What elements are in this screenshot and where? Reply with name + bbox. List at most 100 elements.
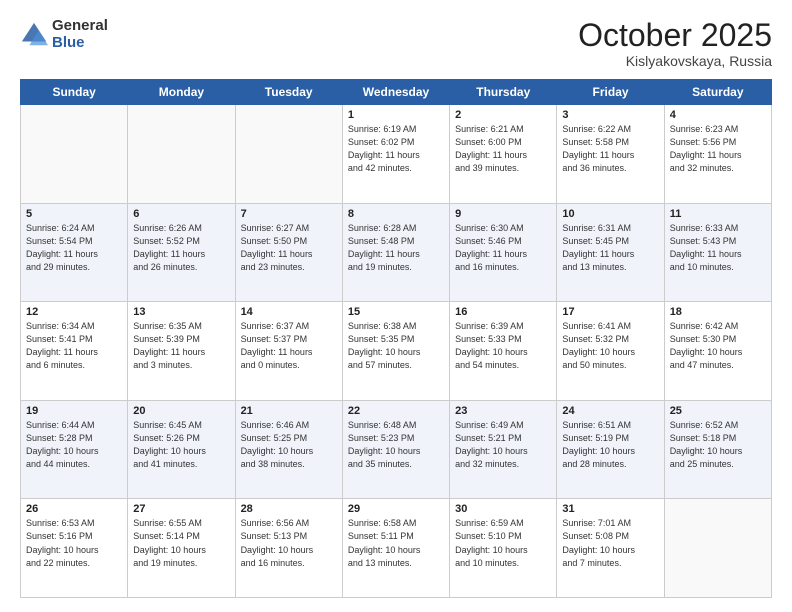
table-row: 12Sunrise: 6:34 AMSunset: 5:41 PMDayligh… [21, 302, 128, 401]
day-number: 14 [241, 306, 337, 318]
table-row: 2 Sunrise: 6:21 AMSunset: 6:00 PMDaylight… [450, 105, 557, 204]
day-number: 17 [562, 306, 658, 318]
day-number: 26 [26, 503, 122, 515]
table-row: 8Sunrise: 6:28 AMSunset: 5:48 PMDaylight… [342, 203, 449, 302]
day-number: 30 [455, 503, 551, 515]
table-row: 1Sunrise: 6:19 AMSunset: 6:02 PMDaylight… [342, 105, 449, 204]
day-number: 27 [133, 503, 229, 515]
logo: General Blue [20, 18, 108, 51]
table-row: 23 Sunrise: 6:49 AMSunset: 5:21 PMDayligh… [450, 400, 557, 499]
weekday-header-row: Sunday Monday Tuesday Wednesday Thursday… [21, 80, 772, 105]
title-block: October 2025 Kislyakovskaya, Russia [578, 18, 772, 69]
table-row: 24Sunrise: 6:51 AMSunset: 5:19 PMDayligh… [557, 400, 664, 499]
calendar-week-row: 12Sunrise: 6:34 AMSunset: 5:41 PMDayligh… [21, 302, 772, 401]
day-info: Sunrise: 6:30 AMSunset: 5:46 PMDaylight:… [455, 222, 551, 274]
day-info: Sunrise: 6:41 AMSunset: 5:32 PMDaylight:… [562, 320, 658, 372]
day-number: 16 [455, 306, 551, 318]
header-friday: Friday [557, 80, 664, 105]
page: General Blue October 2025 Kislyakovskaya… [0, 0, 792, 612]
table-row: 13 Sunrise: 6:35 AMSunset: 5:39 PMDayligh… [128, 302, 235, 401]
day-info: Sunrise: 6:37 AMSunset: 5:37 PMDaylight:… [241, 320, 337, 372]
calendar-week-row: 1Sunrise: 6:19 AMSunset: 6:02 PMDaylight… [21, 105, 772, 204]
day-info: Sunrise: 6:21 AMSunset: 6:00 PMDaylight:… [455, 123, 551, 175]
table-row: 16Sunrise: 6:39 AMSunset: 5:33 PMDayligh… [450, 302, 557, 401]
table-row: 18 Sunrise: 6:42 AMSunset: 5:30 PMDayligh… [664, 302, 771, 401]
day-number: 12 [26, 306, 122, 318]
day-info: Sunrise: 6:24 AMSunset: 5:54 PMDaylight:… [26, 222, 122, 274]
header-tuesday: Tuesday [235, 80, 342, 105]
table-row: 7Sunrise: 6:27 AMSunset: 5:50 PMDaylight… [235, 203, 342, 302]
table-row: 30 Sunrise: 6:59 AMSunset: 5:10 PMDayligh… [450, 499, 557, 598]
day-info: Sunrise: 6:19 AMSunset: 6:02 PMDaylight:… [348, 123, 444, 175]
table-row: 9Sunrise: 6:30 AMSunset: 5:46 PMDaylight… [450, 203, 557, 302]
calendar-week-row: 5Sunrise: 6:24 AMSunset: 5:54 PMDaylight… [21, 203, 772, 302]
table-row: 28 Sunrise: 6:56 AMSunset: 5:13 PMDayligh… [235, 499, 342, 598]
table-row: 22 Sunrise: 6:48 AMSunset: 5:23 PMDayligh… [342, 400, 449, 499]
day-number: 24 [562, 405, 658, 417]
day-info: Sunrise: 6:45 AMSunset: 5:26 PMDaylight:… [133, 419, 229, 471]
day-number: 23 [455, 405, 551, 417]
day-number: 7 [241, 208, 337, 220]
day-number: 20 [133, 405, 229, 417]
day-number: 29 [348, 503, 444, 515]
day-number: 11 [670, 208, 766, 220]
day-info: Sunrise: 6:49 AMSunset: 5:21 PMDaylight:… [455, 419, 551, 471]
table-row: 29 Sunrise: 6:58 AMSunset: 5:11 PMDayligh… [342, 499, 449, 598]
table-row: 31Sunrise: 7:01 AMSunset: 5:08 PMDayligh… [557, 499, 664, 598]
day-number: 13 [133, 306, 229, 318]
day-info: Sunrise: 6:42 AMSunset: 5:30 PMDaylight:… [670, 320, 766, 372]
day-number: 25 [670, 405, 766, 417]
day-info: Sunrise: 6:28 AMSunset: 5:48 PMDaylight:… [348, 222, 444, 274]
table-row: 15Sunrise: 6:38 AMSunset: 5:35 PMDayligh… [342, 302, 449, 401]
table-row: 14 Sunrise: 6:37 AMSunset: 5:37 PMDayligh… [235, 302, 342, 401]
table-row: 21Sunrise: 6:46 AMSunset: 5:25 PMDayligh… [235, 400, 342, 499]
day-info: Sunrise: 6:59 AMSunset: 5:10 PMDaylight:… [455, 517, 551, 569]
day-info: Sunrise: 6:31 AMSunset: 5:45 PMDaylight:… [562, 222, 658, 274]
calendar-table: Sunday Monday Tuesday Wednesday Thursday… [20, 79, 772, 598]
day-number: 19 [26, 405, 122, 417]
location: Kislyakovskaya, Russia [578, 53, 772, 69]
table-row: 5Sunrise: 6:24 AMSunset: 5:54 PMDaylight… [21, 203, 128, 302]
logo-blue-text: Blue [52, 35, 108, 52]
day-info: Sunrise: 6:53 AMSunset: 5:16 PMDaylight:… [26, 517, 122, 569]
day-number: 3 [562, 109, 658, 121]
header-monday: Monday [128, 80, 235, 105]
logo-text: General Blue [52, 18, 108, 51]
table-row: 6 Sunrise: 6:26 AMSunset: 5:52 PMDaylight… [128, 203, 235, 302]
header-sunday: Sunday [21, 80, 128, 105]
header-thursday: Thursday [450, 80, 557, 105]
day-number: 2 [455, 109, 551, 121]
table-row: 11 Sunrise: 6:33 AMSunset: 5:43 PMDayligh… [664, 203, 771, 302]
calendar-week-row: 19 Sunrise: 6:44 AMSunset: 5:28 PMDayligh… [21, 400, 772, 499]
day-info: Sunrise: 6:58 AMSunset: 5:11 PMDaylight:… [348, 517, 444, 569]
day-info: Sunrise: 6:48 AMSunset: 5:23 PMDaylight:… [348, 419, 444, 471]
table-row: 25 Sunrise: 6:52 AMSunset: 5:18 PMDayligh… [664, 400, 771, 499]
day-info: Sunrise: 6:26 AMSunset: 5:52 PMDaylight:… [133, 222, 229, 274]
day-number: 10 [562, 208, 658, 220]
day-info: Sunrise: 6:56 AMSunset: 5:13 PMDaylight:… [241, 517, 337, 569]
table-row: 20 Sunrise: 6:45 AMSunset: 5:26 PMDayligh… [128, 400, 235, 499]
day-number: 28 [241, 503, 337, 515]
day-info: Sunrise: 6:46 AMSunset: 5:25 PMDaylight:… [241, 419, 337, 471]
day-number: 18 [670, 306, 766, 318]
day-number: 6 [133, 208, 229, 220]
day-number: 31 [562, 503, 658, 515]
day-info: Sunrise: 6:52 AMSunset: 5:18 PMDaylight:… [670, 419, 766, 471]
table-row [235, 105, 342, 204]
table-row: 17 Sunrise: 6:41 AMSunset: 5:32 PMDayligh… [557, 302, 664, 401]
table-row: 10 Sunrise: 6:31 AMSunset: 5:45 PMDayligh… [557, 203, 664, 302]
header-saturday: Saturday [664, 80, 771, 105]
day-info: Sunrise: 6:35 AMSunset: 5:39 PMDaylight:… [133, 320, 229, 372]
day-number: 22 [348, 405, 444, 417]
calendar-week-row: 26 Sunrise: 6:53 AMSunset: 5:16 PMDayligh… [21, 499, 772, 598]
day-info: Sunrise: 6:22 AMSunset: 5:58 PMDaylight:… [562, 123, 658, 175]
table-row: 3 Sunrise: 6:22 AMSunset: 5:58 PMDaylight… [557, 105, 664, 204]
table-row: 4Sunrise: 6:23 AMSunset: 5:56 PMDaylight… [664, 105, 771, 204]
day-info: Sunrise: 6:44 AMSunset: 5:28 PMDaylight:… [26, 419, 122, 471]
day-number: 4 [670, 109, 766, 121]
day-info: Sunrise: 6:33 AMSunset: 5:43 PMDaylight:… [670, 222, 766, 274]
table-row [21, 105, 128, 204]
logo-general-text: General [52, 18, 108, 35]
table-row: 26 Sunrise: 6:53 AMSunset: 5:16 PMDayligh… [21, 499, 128, 598]
header: General Blue October 2025 Kislyakovskaya… [20, 18, 772, 69]
